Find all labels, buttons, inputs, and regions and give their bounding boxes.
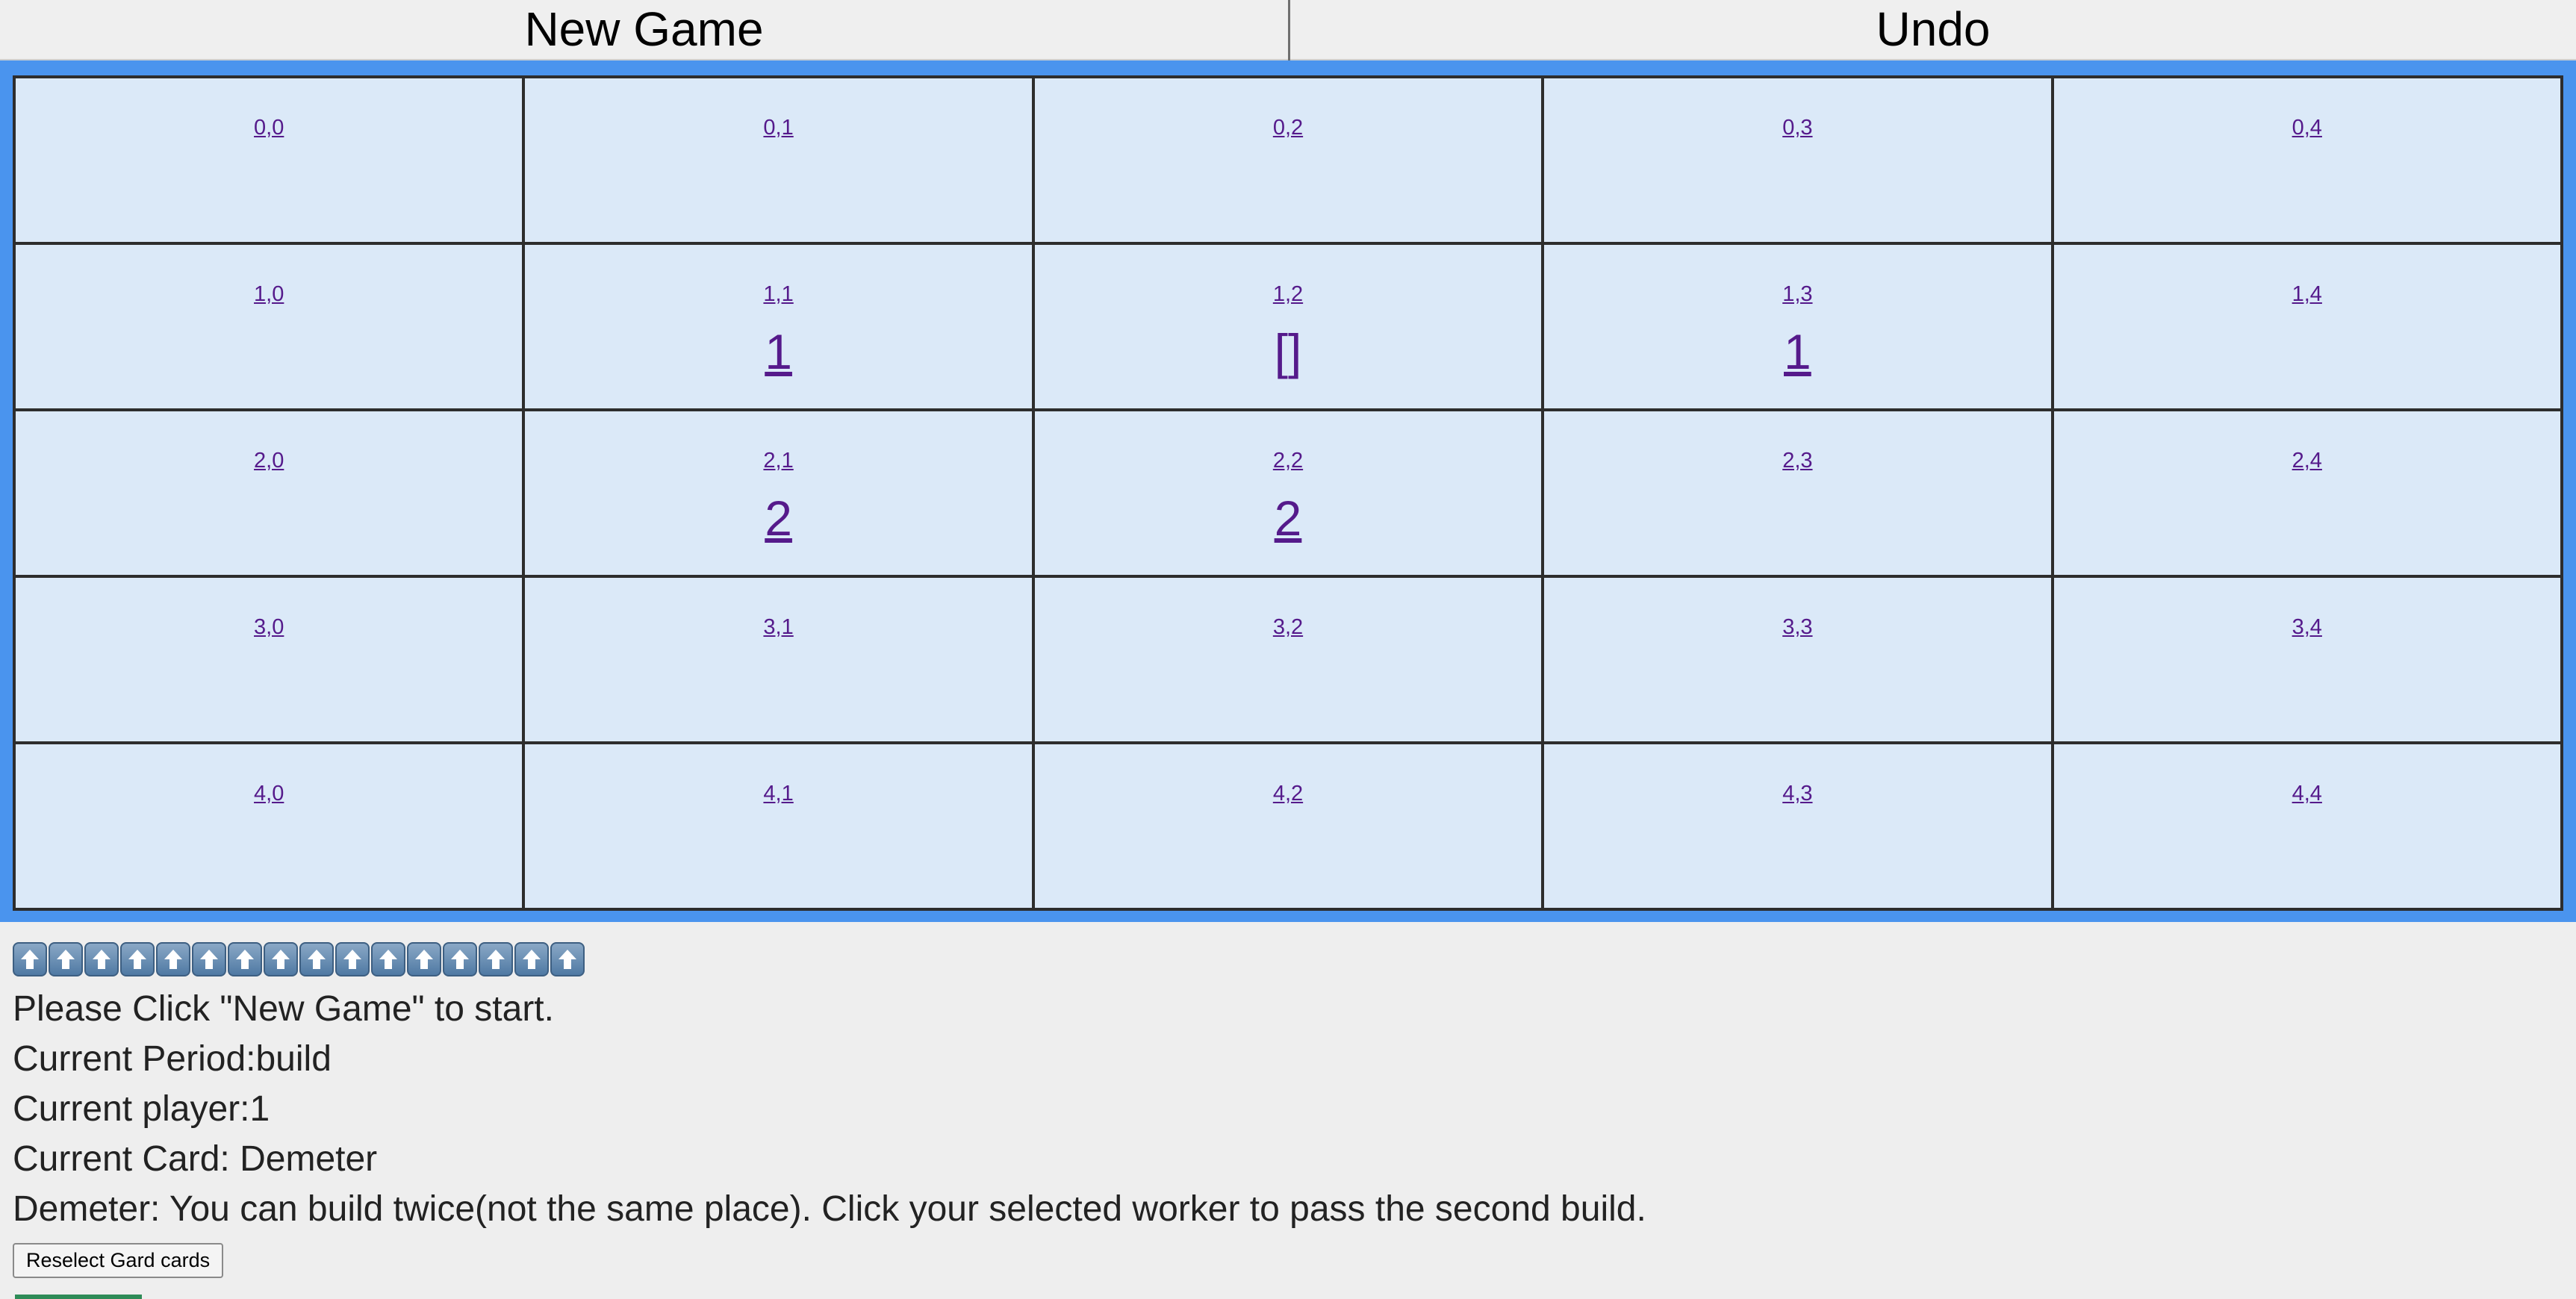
current-period: Current Period:build	[13, 1039, 332, 1079]
up-arrow-icon	[49, 942, 83, 976]
up-arrow-icon	[264, 942, 298, 976]
reselect-cards-button[interactable]: Reselect Gard cards	[13, 1243, 224, 1278]
current-card: Current Card: Demeter	[13, 1139, 378, 1179]
up-arrow-icon	[335, 942, 370, 976]
cell-coordinate-link[interactable]: 3,2	[1035, 615, 1541, 640]
board-cell[interactable]: 2,3	[1541, 408, 2054, 578]
cell-level-link[interactable]: 1	[525, 322, 1031, 381]
undo-button[interactable]: Undo	[1290, 0, 2576, 59]
cell-coordinate-link[interactable]: 3,1	[525, 615, 1031, 640]
up-arrow-icon	[192, 942, 226, 976]
status-panel: Please Click "New Game" to start. Curren…	[13, 942, 2551, 1278]
cell-level-link[interactable]: 2	[1035, 488, 1541, 548]
cell-coordinate-link[interactable]: 0,3	[1544, 116, 2050, 140]
up-arrow-icon	[13, 942, 47, 976]
board-cell[interactable]: 1,4	[2050, 242, 2564, 411]
up-arrow-icon	[550, 942, 585, 976]
board-cell[interactable]: 3,2	[1031, 575, 1545, 744]
cell-coordinate-link[interactable]: 0,1	[525, 116, 1031, 140]
cell-coordinate-link[interactable]: 4,4	[2054, 782, 2560, 806]
board-cell[interactable]: 0,4	[2050, 75, 2564, 245]
game-board-frame: 0,0 0,1 0,2 0,3 0,4 1,0 1,1 1 1,2[] 1,3 1 1,4 2,0 2,1…	[0, 60, 2576, 922]
cell-coordinate-link[interactable]: 1,1	[525, 282, 1031, 307]
cell-coordinate-link[interactable]: 3,4	[2054, 615, 2560, 640]
cell-level-link[interactable]: 2	[525, 488, 1031, 548]
board-cell[interactable]: 3,4	[2050, 575, 2564, 744]
cell-coordinate-link[interactable]: 3,0	[16, 615, 522, 640]
board-row: 0,0 0,1 0,2 0,3 0,4	[12, 75, 2564, 245]
up-arrow-icon	[156, 942, 190, 976]
board-cell[interactable]: 0,2	[1031, 75, 1545, 245]
board-cell[interactable]: 3,3	[1541, 575, 2054, 744]
cell-coordinate-link[interactable]: 4,1	[525, 782, 1031, 806]
up-arrow-icon	[120, 942, 155, 976]
board-cell[interactable]: 0,3	[1541, 75, 2054, 245]
cell-coordinate-link[interactable]: 0,2	[1035, 116, 1541, 140]
board-row: 3,0 3,1 3,2 3,3 3,4	[12, 575, 2564, 744]
up-arrow-icon	[371, 942, 405, 976]
board-row: 2,0 2,1 2 2,2 2 2,3 2,4	[12, 408, 2564, 578]
board-cell[interactable]: 1,3 1	[1541, 242, 2054, 411]
game-board: 0,0 0,1 0,2 0,3 0,4 1,0 1,1 1 1,2[] 1,3 1 1,4 2,0 2,1…	[12, 75, 2564, 911]
cell-coordinate-link[interactable]: 2,3	[1544, 449, 2050, 473]
cell-coordinate-link[interactable]: 4,3	[1544, 782, 2050, 806]
cell-coordinate-link[interactable]: 4,0	[16, 782, 522, 806]
new-game-button[interactable]: New Game	[0, 0, 1288, 59]
board-cell[interactable]: 1,2 []	[1031, 242, 1545, 411]
cell-level-link[interactable]: []	[1035, 322, 1541, 381]
cell-coordinate-link[interactable]: 4,2	[1035, 782, 1541, 806]
board-cell[interactable]: 2,2 2	[1031, 408, 1545, 578]
board-cell[interactable]: 2,4	[2050, 408, 2564, 578]
cell-level-link[interactable]: 1	[1544, 322, 2050, 381]
up-arrow-icon	[407, 942, 441, 976]
board-cell[interactable]: 2,1 2	[522, 408, 1035, 578]
arrow-row	[13, 942, 2551, 979]
board-cell[interactable]: 4,3	[1541, 741, 2054, 911]
cell-coordinate-link[interactable]: 2,4	[2054, 449, 2560, 473]
prompt-text: Please Click "New Game" to start.	[13, 989, 554, 1029]
board-row: 1,0 1,1 1 1,2[] 1,3 1 1,4	[12, 242, 2564, 411]
cell-coordinate-link[interactable]: 1,3	[1544, 282, 2050, 307]
cell-coordinate-link[interactable]: 1,0	[16, 282, 522, 307]
board-cell[interactable]: 2,0	[12, 408, 526, 578]
card-description: Demeter: You can build twice(not the sam…	[13, 1189, 1646, 1229]
cell-coordinate-link[interactable]: 1,2	[1035, 282, 1541, 307]
cell-coordinate-link[interactable]: 2,2	[1035, 449, 1541, 473]
board-cell[interactable]: 0,0	[12, 75, 526, 245]
cell-coordinate-link[interactable]: 2,1	[525, 449, 1031, 473]
board-cell[interactable]: 1,0	[12, 242, 526, 411]
board-cell[interactable]: 4,0	[12, 741, 526, 911]
board-cell[interactable]: 4,4	[2050, 741, 2564, 911]
up-arrow-icon	[479, 942, 513, 976]
up-arrow-icon	[228, 942, 262, 976]
board-cell[interactable]: 4,1	[522, 741, 1035, 911]
board-row: 4,0 4,1 4,2 4,3 4,4	[12, 741, 2564, 911]
board-cell[interactable]: 3,1	[522, 575, 1035, 744]
cell-coordinate-link[interactable]: 1,4	[2054, 282, 2560, 307]
cell-coordinate-link[interactable]: 0,4	[2054, 116, 2560, 140]
board-cell[interactable]: 3,0	[12, 575, 526, 744]
current-player: Current player:1	[13, 1089, 270, 1129]
board-cell[interactable]: 4,2	[1031, 741, 1545, 911]
board-cell[interactable]: 0,1	[522, 75, 1035, 245]
cell-coordinate-link[interactable]: 2,0	[16, 449, 522, 473]
up-arrow-icon	[84, 942, 119, 976]
cell-coordinate-link[interactable]: 0,0	[16, 116, 522, 140]
board-cell[interactable]: 1,1 1	[522, 242, 1035, 411]
toolbar: New Game Undo	[0, 0, 2576, 60]
up-arrow-icon	[299, 942, 334, 976]
up-arrow-icon	[514, 942, 549, 976]
up-arrow-icon	[443, 942, 477, 976]
bottom-strip	[15, 1295, 142, 1299]
cell-coordinate-link[interactable]: 3,3	[1544, 615, 2050, 640]
